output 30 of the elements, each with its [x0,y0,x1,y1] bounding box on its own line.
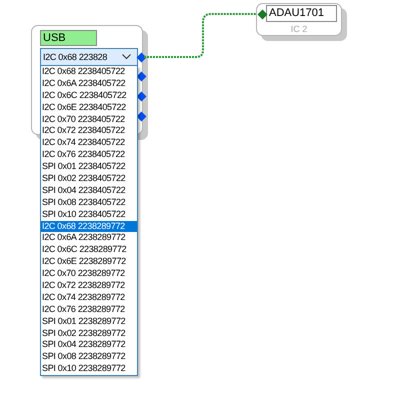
dropdown-option[interactable]: SPI 0x02 2238289772 [41,328,137,340]
block-name-field[interactable]: ADAU1701 [266,5,337,22]
dropdown-option[interactable]: SPI 0x10 2238405722 [41,208,137,221]
dropdown-option[interactable]: I2C 0x76 2238405722 [41,149,137,162]
dropdown-option[interactable]: I2C 0x68 2238289772 [41,220,137,232]
dropdown-option[interactable]: I2C 0x6E 2238405722 [41,102,137,114]
dropdown-option[interactable]: I2C 0x6C 2238405722 [41,90,137,102]
dropdown-option[interactable]: SPI 0x02 2238405722 [41,173,137,185]
dropdown-option[interactable]: SPI 0x04 2238405722 [41,184,137,197]
dropdown-option[interactable]: I2C 0x72 2238289772 [41,280,137,292]
dropdown-option[interactable]: I2C 0x6E 2238289772 [41,256,137,268]
block-name-field[interactable]: USB [40,30,97,46]
dropdown-option[interactable]: I2C 0x6A 2238289772 [41,232,137,244]
dropdown-option[interactable]: SPI 0x08 2238289772 [41,351,137,364]
dropdown-option[interactable]: SPI 0x10 2238289772 [41,363,137,376]
dropdown-option[interactable]: I2C 0x74 2238405722 [41,137,137,150]
dropdown-option[interactable]: I2C 0x6A 2238405722 [41,78,137,90]
block-label: IC 2 [290,23,308,36]
dropdown-option[interactable]: SPI 0x04 2238289772 [41,339,137,352]
dropdown-option[interactable]: I2C 0x6C 2238289772 [41,244,137,256]
dropdown-option[interactable]: I2C 0x68 2238405722 [41,66,137,78]
dropdown-option[interactable]: I2C 0x70 2238289772 [41,268,137,280]
dropdown-option[interactable]: I2C 0x72 2238405722 [41,125,137,138]
dropdown-option[interactable]: SPI 0x01 2238289772 [41,316,137,328]
device-dropdown[interactable]: I2C 0x68 223828 [40,48,138,66]
dropdown-option[interactable]: SPI 0x08 2238405722 [41,196,137,209]
dropdown-option[interactable]: I2C 0x70 2238405722 [41,114,137,126]
dropdown-option[interactable]: I2C 0x76 2238289772 [41,304,137,316]
dropdown-option[interactable]: I2C 0x74 2238289772 [41,292,137,304]
dropdown-option[interactable]: SPI 0x01 2238405722 [41,161,137,174]
